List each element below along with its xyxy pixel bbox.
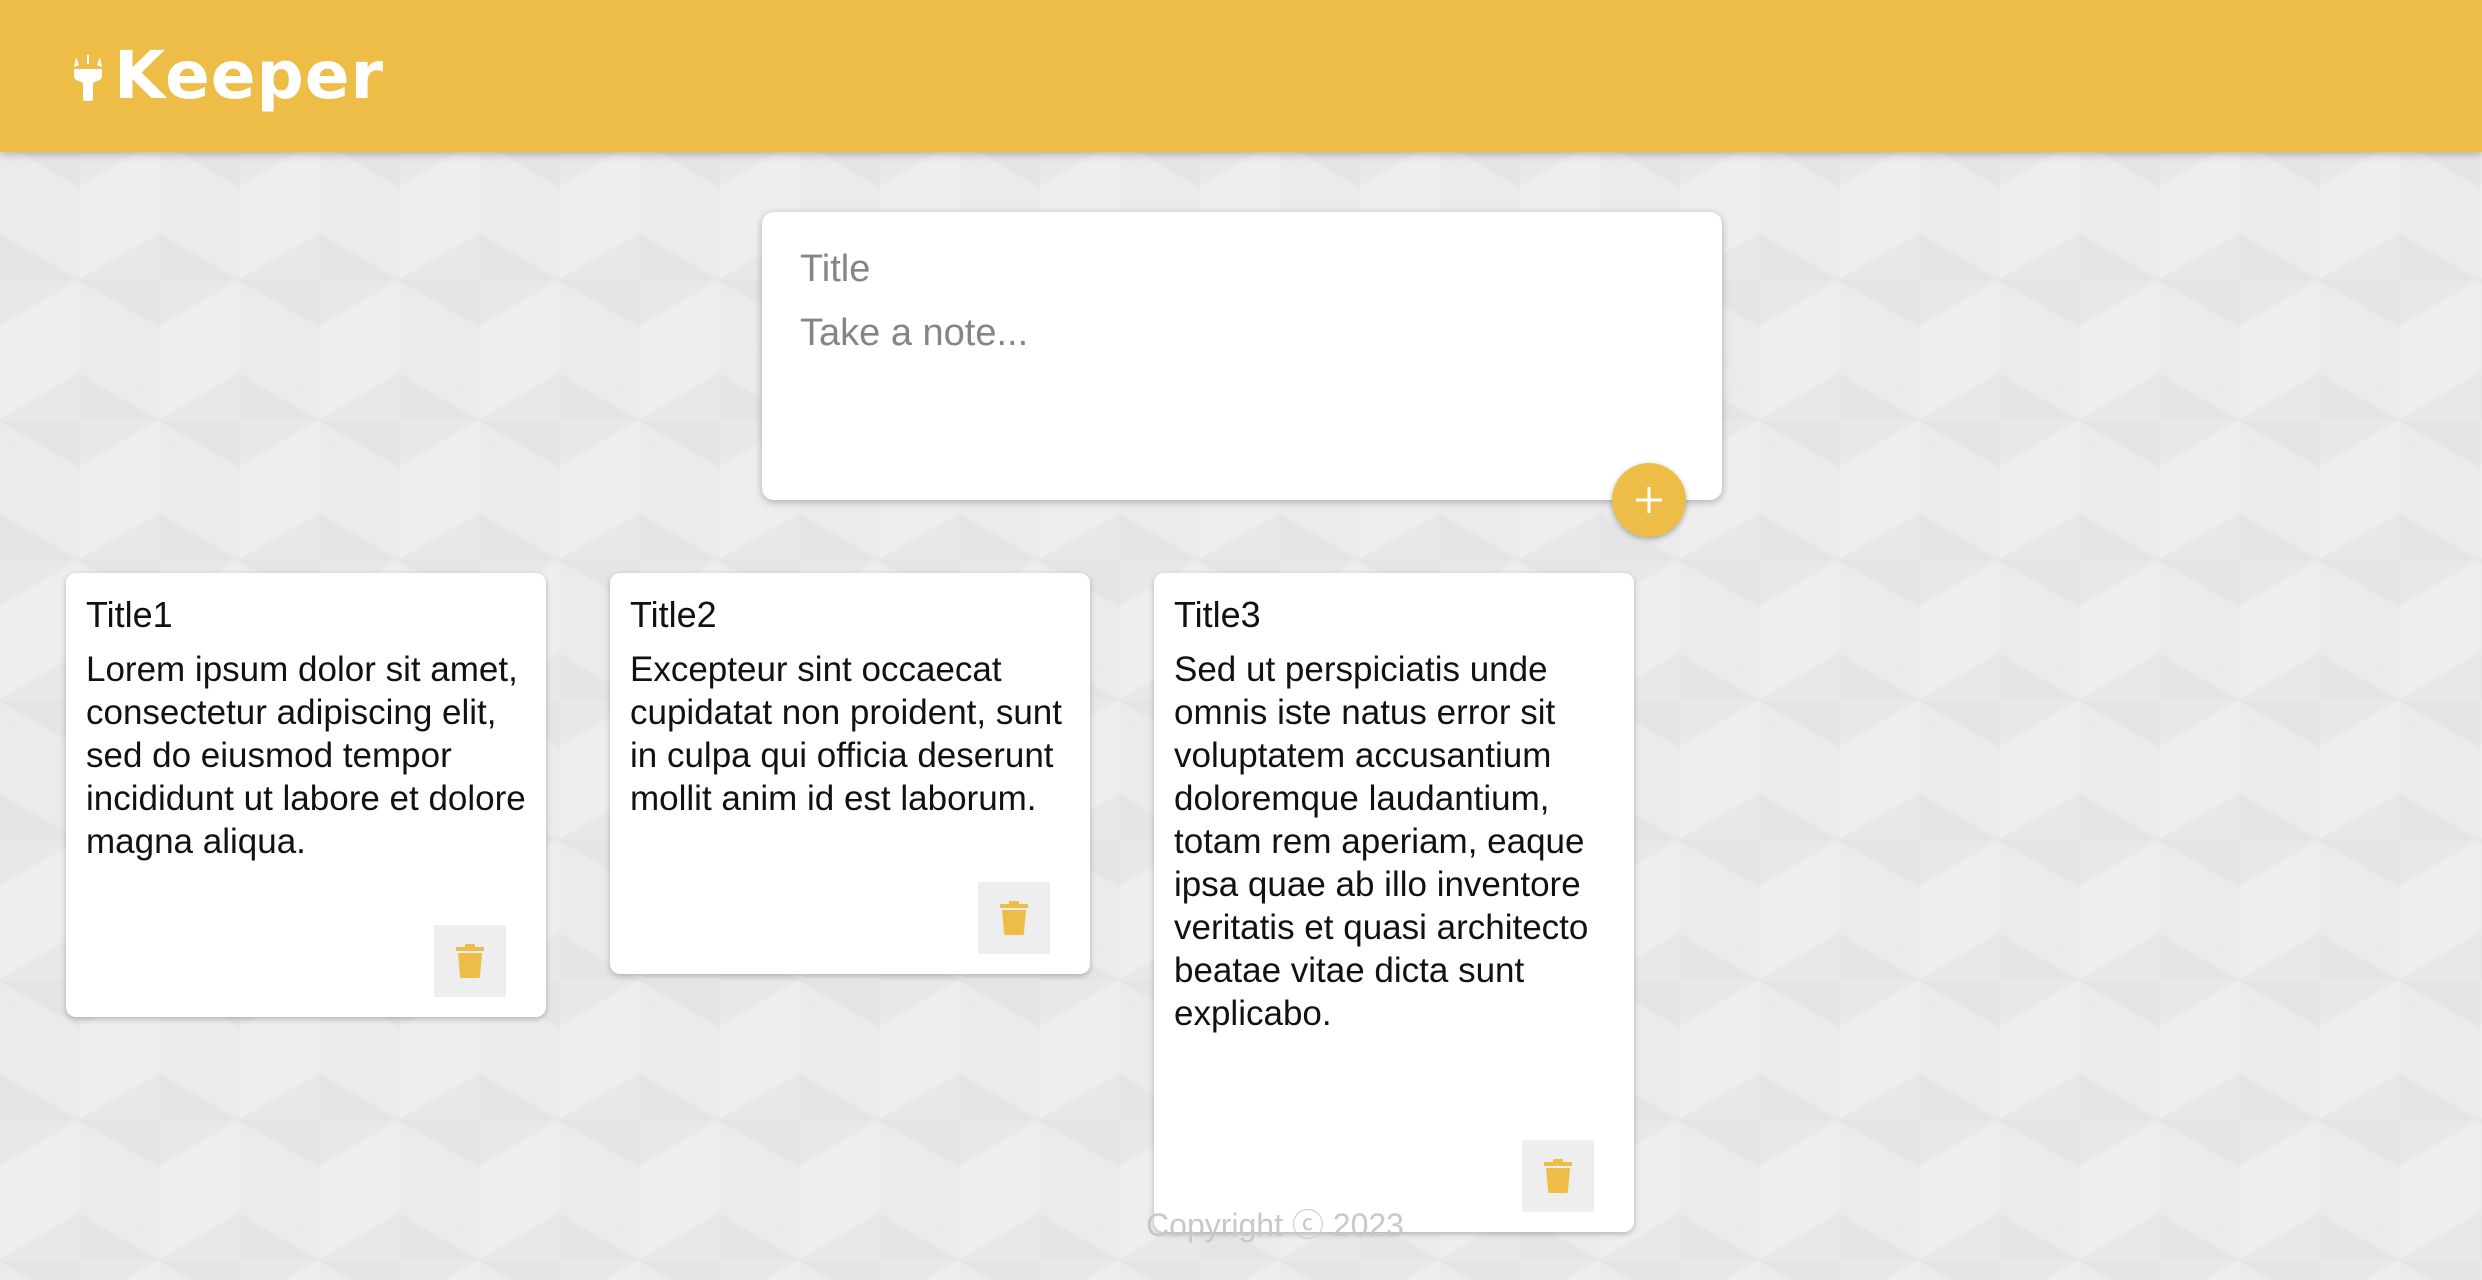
app-title: Keeper bbox=[114, 37, 385, 114]
copyright-text: Copyright ⓒ 2023 bbox=[1146, 1207, 1404, 1243]
note-card: Title3 Sed ut perspiciatis unde omnis is… bbox=[1154, 573, 1634, 1232]
trash-icon bbox=[1000, 901, 1028, 935]
delete-note-button[interactable] bbox=[978, 882, 1050, 954]
note-title: Title3 bbox=[1174, 594, 1261, 635]
trash-icon bbox=[1544, 1159, 1572, 1193]
note-content-input[interactable] bbox=[800, 312, 1680, 462]
note-title-input[interactable] bbox=[800, 248, 1680, 291]
delete-note-button[interactable] bbox=[434, 925, 506, 997]
note-card: Title2 Excepteur sint occaecat cupidatat… bbox=[610, 573, 1090, 974]
add-note-button[interactable] bbox=[1612, 463, 1686, 537]
trash-icon bbox=[456, 944, 484, 978]
create-note-form bbox=[762, 212, 1722, 500]
note-card: Title1 Lorem ipsum dolor sit amet, conse… bbox=[66, 573, 546, 1017]
app-logo: Keeper bbox=[70, 43, 384, 109]
app-header: Keeper bbox=[0, 0, 2482, 152]
page-footer: Copyright ⓒ 2023 bbox=[0, 1200, 2482, 1246]
note-title: Title1 bbox=[86, 594, 173, 635]
note-content: Sed ut perspiciatis unde omnis iste natu… bbox=[1174, 650, 1589, 1034]
note-title: Title2 bbox=[630, 594, 717, 635]
plus-icon bbox=[1636, 487, 1662, 513]
note-content: Lorem ipsum dolor sit amet, consectetur … bbox=[86, 650, 526, 862]
note-content: Excepteur sint occaecat cupidatat non pr… bbox=[630, 650, 1062, 819]
flashlight-icon bbox=[74, 55, 102, 101]
